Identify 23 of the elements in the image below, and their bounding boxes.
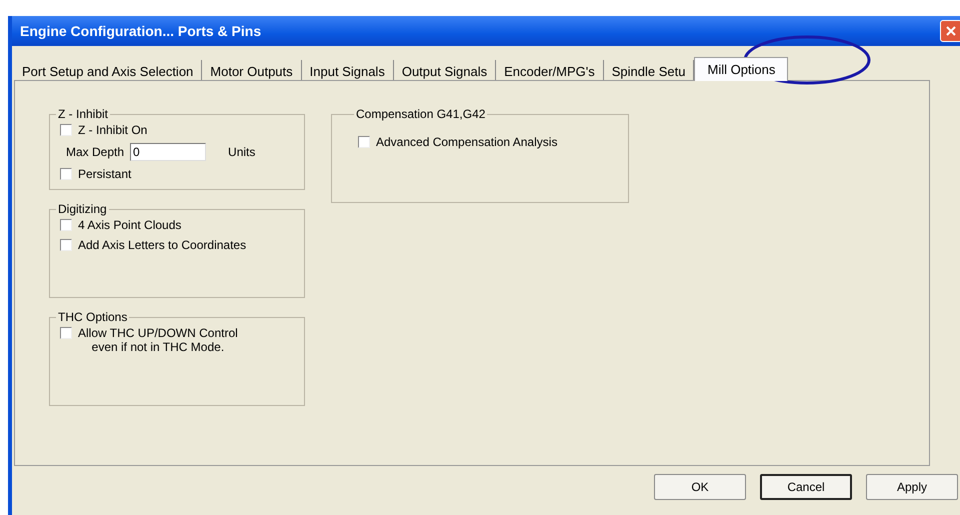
dialog-button[interactable]: Apply (866, 474, 958, 500)
tab[interactable]: Input Signals (302, 60, 394, 80)
tab[interactable]: Motor Outputs (202, 60, 302, 80)
field-label: Max Depth (66, 145, 124, 159)
tab[interactable]: Encoder/MPG's (496, 60, 604, 80)
unit-label: Units (228, 145, 256, 159)
group-title: Digitizing (57, 202, 108, 216)
dialog-button[interactable]: Cancel (760, 474, 852, 500)
tab[interactable]: Mill Options (694, 57, 788, 81)
group-title: Z - Inhibit (57, 107, 110, 121)
window-title: Engine Configuration... Ports & Pins (20, 23, 262, 39)
group-title: THC Options (57, 310, 128, 324)
tab[interactable]: Port Setup and Axis Selection (14, 60, 202, 80)
checkbox-label: Allow THC UP/DOWN Control even if not in THC Mode. (78, 326, 238, 354)
checkbox-label: Persistant (78, 167, 132, 181)
checkbox-label: 4 Axis Point Clouds (78, 218, 182, 232)
dialog-button[interactable]: OK (654, 474, 746, 500)
group-title: Compensation G41,G42 (355, 107, 486, 121)
checkbox-label: Add Axis Letters to Coordinates (78, 238, 246, 252)
checkbox-label: Z - Inhibit On (78, 123, 148, 137)
checkbox-label: Advanced Compensation Analysis (376, 135, 558, 149)
tab[interactable]: Output Signals (394, 60, 496, 80)
input-field[interactable]: 0 (130, 143, 206, 161)
